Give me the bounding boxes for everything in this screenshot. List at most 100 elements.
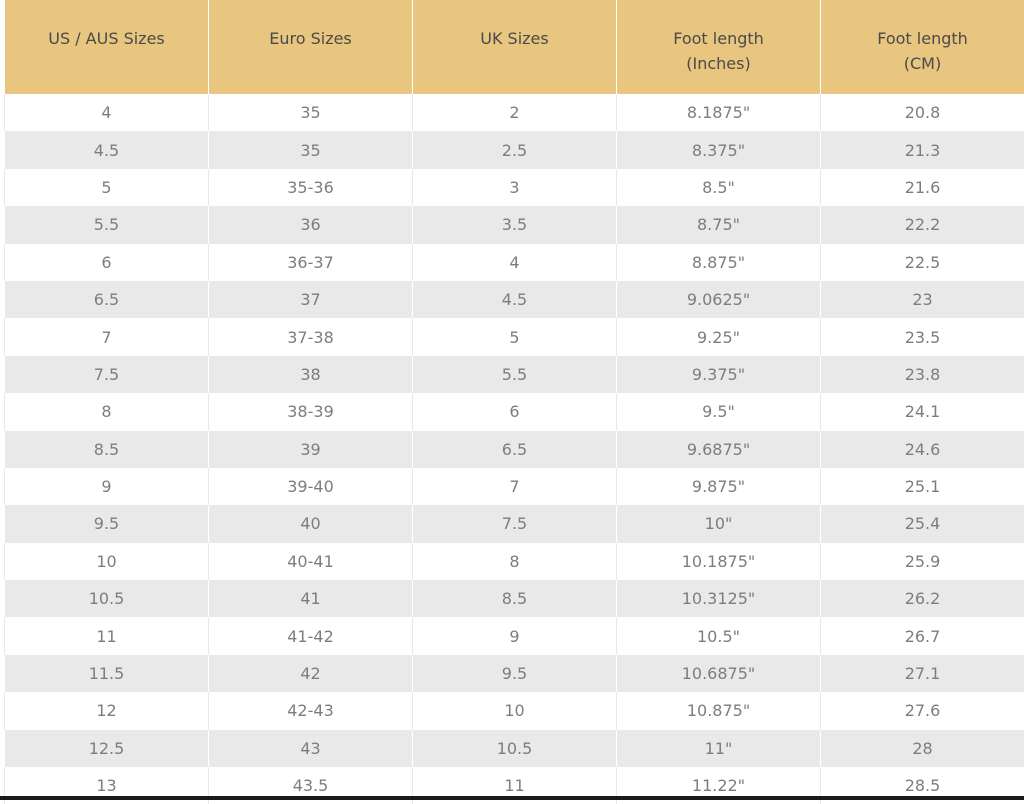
uk-size-cell: 10 [413,692,617,729]
header-label-line2: (CM) [827,51,1018,76]
euro-size-cell: 41 [209,580,413,617]
foot-length-inches-cell: 9.6875" [617,431,821,468]
foot-length-cm-cell: 22.2 [821,206,1024,243]
header-foot-length-cm: Foot length (CM) [821,0,1024,94]
us-aus-size-cell: 10.5 [5,580,209,617]
uk-size-cell: 9.5 [413,655,617,692]
uk-size-cell: 10.5 [413,730,617,767]
us-aus-size-cell: 5.5 [5,206,209,243]
us-aus-size-cell: 4 [5,94,209,131]
header-row: US / AUS Sizes Euro Sizes UK Sizes Foot … [5,0,1024,94]
us-aus-size-cell: 7 [5,318,209,355]
size-chart: US / AUS Sizes Euro Sizes UK Sizes Foot … [4,0,1024,804]
euro-size-cell: 42-43 [209,692,413,729]
foot-length-inches-cell: 8.375" [617,131,821,168]
euro-size-cell: 43 [209,730,413,767]
euro-size-cell: 35 [209,94,413,131]
uk-size-cell: 7 [413,468,617,505]
uk-size-cell: 4 [413,244,617,281]
us-aus-size-cell: 11 [5,617,209,654]
size-chart-table: US / AUS Sizes Euro Sizes UK Sizes Foot … [4,0,1024,804]
euro-size-cell: 40-41 [209,543,413,580]
table-row: 737-3859.25"23.5 [5,318,1024,355]
header-foot-length-inches: Foot length (Inches) [617,0,821,94]
uk-size-cell: 7.5 [413,505,617,542]
foot-length-cm-cell: 26.7 [821,617,1024,654]
uk-size-cell: 5 [413,318,617,355]
uk-size-cell: 4.5 [413,281,617,318]
table-row: 5.5363.58.75"22.2 [5,206,1024,243]
uk-size-cell: 5.5 [413,356,617,393]
header-label: Foot length [623,26,814,51]
table-row: 10.5418.510.3125"26.2 [5,580,1024,617]
table-row: 11.5429.510.6875"27.1 [5,655,1024,692]
euro-size-cell: 40 [209,505,413,542]
header-label: Euro Sizes [215,26,406,51]
foot-length-cm-cell: 23.5 [821,318,1024,355]
foot-length-inches-cell: 8.5" [617,169,821,206]
uk-size-cell: 2.5 [413,131,617,168]
euro-size-cell: 35-36 [209,169,413,206]
foot-length-inches-cell: 11" [617,730,821,767]
header-uk-sizes: UK Sizes [413,0,617,94]
table-row: 6.5374.59.0625"23 [5,281,1024,318]
table-row: 43528.1875"20.8 [5,94,1024,131]
us-aus-size-cell: 12.5 [5,730,209,767]
foot-length-cm-cell: 21.6 [821,169,1024,206]
euro-size-cell: 39 [209,431,413,468]
euro-size-cell: 38-39 [209,393,413,430]
foot-length-cm-cell: 26.2 [821,580,1024,617]
euro-size-cell: 35 [209,131,413,168]
table-row: 7.5385.59.375"23.8 [5,356,1024,393]
header-euro-sizes: Euro Sizes [209,0,413,94]
table-row: 1040-41810.1875"25.9 [5,543,1024,580]
uk-size-cell: 3 [413,169,617,206]
header-us-aus-sizes: US / AUS Sizes [5,0,209,94]
us-aus-size-cell: 8.5 [5,431,209,468]
foot-length-inches-cell: 10.1875" [617,543,821,580]
foot-length-cm-cell: 28 [821,730,1024,767]
foot-length-cm-cell: 25.4 [821,505,1024,542]
foot-length-cm-cell: 23 [821,281,1024,318]
us-aus-size-cell: 8 [5,393,209,430]
uk-size-cell: 9 [413,617,617,654]
header-label: US / AUS Sizes [11,26,202,51]
us-aus-size-cell: 9 [5,468,209,505]
bottom-border [0,796,1024,800]
table-row: 939-4079.875"25.1 [5,468,1024,505]
foot-length-cm-cell: 20.8 [821,94,1024,131]
foot-length-cm-cell: 25.1 [821,468,1024,505]
table-row: 8.5396.59.6875"24.6 [5,431,1024,468]
table-row: 636-3748.875"22.5 [5,244,1024,281]
foot-length-cm-cell: 24.6 [821,431,1024,468]
foot-length-inches-cell: 9.375" [617,356,821,393]
table-row: 9.5407.510"25.4 [5,505,1024,542]
table-row: 4.5352.58.375"21.3 [5,131,1024,168]
table-row: 838-3969.5"24.1 [5,393,1024,430]
us-aus-size-cell: 10 [5,543,209,580]
table-row: 12.54310.511"28 [5,730,1024,767]
us-aus-size-cell: 11.5 [5,655,209,692]
foot-length-cm-cell: 27.1 [821,655,1024,692]
foot-length-inches-cell: 10" [617,505,821,542]
uk-size-cell: 8.5 [413,580,617,617]
foot-length-inches-cell: 9.5" [617,393,821,430]
foot-length-cm-cell: 21.3 [821,131,1024,168]
us-aus-size-cell: 5 [5,169,209,206]
euro-size-cell: 36 [209,206,413,243]
euro-size-cell: 41-42 [209,617,413,654]
foot-length-cm-cell: 25.9 [821,543,1024,580]
foot-length-inches-cell: 10.3125" [617,580,821,617]
header-label: Foot length [827,26,1018,51]
us-aus-size-cell: 7.5 [5,356,209,393]
euro-size-cell: 38 [209,356,413,393]
header-label: UK Sizes [419,26,610,51]
foot-length-inches-cell: 10.6875" [617,655,821,692]
table-row: 535-3638.5"21.6 [5,169,1024,206]
euro-size-cell: 39-40 [209,468,413,505]
foot-length-inches-cell: 8.875" [617,244,821,281]
table-body: 43528.1875"20.84.5352.58.375"21.3535-363… [5,94,1024,804]
euro-size-cell: 37 [209,281,413,318]
foot-length-cm-cell: 24.1 [821,393,1024,430]
euro-size-cell: 36-37 [209,244,413,281]
